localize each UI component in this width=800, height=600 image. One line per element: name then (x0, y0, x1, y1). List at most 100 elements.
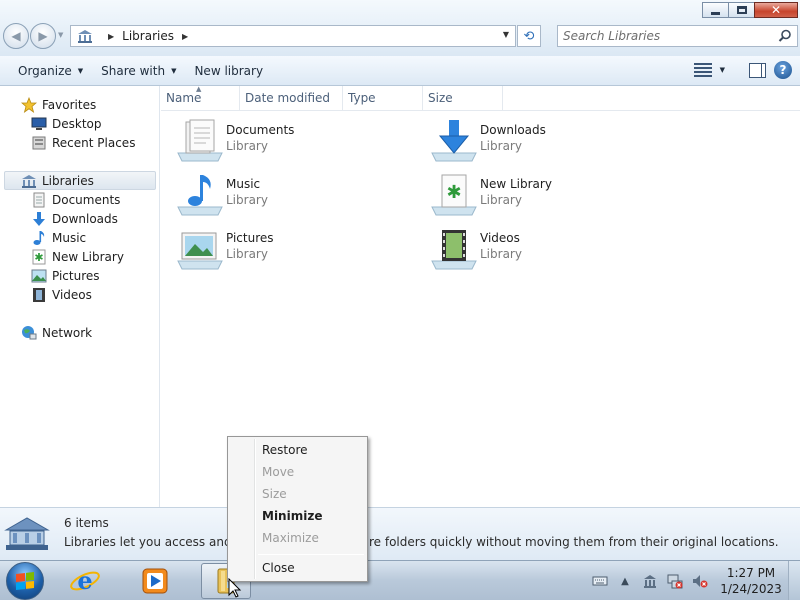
details-pane: 6 items Libraries let you access and arr… (0, 507, 800, 560)
library-tile-videos[interactable]: Videos Library (415, 224, 665, 274)
show-desktop-button[interactable] (788, 561, 800, 600)
search-icon[interactable] (778, 29, 792, 43)
tile-name: New Library (480, 177, 552, 191)
library-tile-downloads[interactable]: Downloads Library (415, 116, 665, 166)
sidebar-item-favorites[interactable]: Favorites (21, 95, 96, 114)
keyboard-icon[interactable] (592, 573, 608, 589)
item-count: 6 items (64, 516, 109, 530)
libraries-icon (78, 30, 92, 43)
refresh-icon: ⟲ (523, 28, 535, 44)
sort-ascending-icon: ▲ (196, 85, 202, 93)
menu-item-restore[interactable]: Restore (262, 440, 308, 460)
details-description-tail: re folders quickly without moving them f… (369, 535, 779, 549)
download-arrow-icon (31, 211, 47, 227)
address-bar[interactable]: ▶ Libraries ▶ ▼ (70, 25, 516, 47)
taskbar-app-media-player[interactable] (130, 563, 180, 599)
column-header-name[interactable]: ▲ Name (161, 85, 240, 110)
organize-menu[interactable]: Organize ▼ (0, 56, 92, 86)
star-icon (21, 96, 37, 113)
svg-text:✱: ✱ (446, 182, 461, 203)
help-icon[interactable]: ? (774, 61, 792, 79)
library-tile-new-library[interactable]: ✱ New Library Library (415, 170, 665, 220)
forward-arrow-icon: ▶ (38, 29, 48, 43)
breadcrumb-separator-icon[interactable]: ▶ (108, 32, 114, 41)
notification-area: ▲ 1:27 PM 1/24/2023 (583, 561, 800, 600)
taskbar: e ▲ 1:27 PM 1/24/2023 (0, 560, 800, 600)
window-titlebar: ✕ ◀ ▶ ▼ ▶ Libraries ▶ ▼ ⟲ (0, 0, 800, 56)
sidebar-item-label: Music (52, 230, 87, 245)
library-tile-pictures[interactable]: Pictures Library (161, 224, 411, 274)
media-player-icon (142, 568, 168, 594)
windows-logo-icon (16, 572, 34, 590)
music-library-icon (177, 175, 223, 216)
tile-name: Music (226, 177, 261, 191)
downloads-library-icon (431, 120, 477, 162)
sidebar-item-label: New Library (52, 249, 124, 264)
restore-button[interactable] (728, 2, 755, 18)
start-button[interactable] (6, 562, 44, 600)
sidebar-item-new-library[interactable]: ✱ New Library (31, 247, 124, 266)
share-with-menu[interactable]: Share with ▼ (92, 56, 185, 86)
recent-pages-dropdown[interactable]: ▼ (58, 31, 63, 39)
navigation-pane: Favorites Desktop Recent Places Librarie… (0, 86, 160, 507)
system-clock[interactable]: 1:27 PM 1/24/2023 (714, 565, 788, 597)
sidebar-item-label: Recent Places (52, 135, 136, 150)
libraries-icon (4, 517, 50, 550)
sidebar-item-music[interactable]: Music (31, 228, 86, 247)
search-box[interactable] (557, 25, 798, 47)
network-icon (21, 325, 37, 341)
breadcrumb-libraries[interactable]: Libraries (122, 29, 174, 43)
sidebar-item-libraries[interactable]: Libraries (4, 171, 156, 190)
tile-subtitle: Library (480, 139, 522, 153)
address-history-dropdown-icon[interactable]: ▼ (503, 30, 509, 39)
tile-subtitle: Library (226, 247, 268, 261)
sidebar-item-downloads[interactable]: Downloads (31, 209, 118, 228)
pictures-library-icon (177, 232, 223, 270)
internet-explorer-icon: e (70, 566, 100, 595)
network-disconnected-icon[interactable] (667, 573, 683, 589)
volume-muted-icon[interactable] (692, 573, 708, 589)
column-header-type[interactable]: Type (343, 86, 423, 110)
preview-pane-icon[interactable] (749, 62, 766, 78)
change-view-icon[interactable] (693, 63, 712, 77)
close-icon: ✕ (770, 3, 782, 17)
window-context-menu: Restore Move Size Minimize Maximize Clos… (227, 436, 368, 582)
show-hidden-icons-icon[interactable]: ▲ (617, 573, 633, 589)
tile-name: Pictures (226, 231, 274, 245)
close-button[interactable]: ✕ (754, 2, 798, 18)
new-library-icon: ✱ (431, 174, 477, 216)
tile-name: Videos (480, 231, 520, 245)
libraries-icon (21, 173, 37, 189)
view-options-chevron-icon[interactable]: ▼ (720, 66, 725, 74)
minimize-button[interactable] (702, 2, 729, 18)
menu-item-size: Size (262, 487, 287, 501)
forward-button[interactable]: ▶ (30, 23, 56, 49)
music-note-icon (31, 230, 47, 246)
menu-item-close[interactable]: Close (262, 558, 295, 578)
search-input[interactable] (563, 29, 773, 43)
share-with-label: Share with (101, 63, 166, 78)
sidebar-item-label: Pictures (52, 268, 100, 283)
library-tile-music[interactable]: Music Library (161, 170, 411, 220)
back-button[interactable]: ◀ (3, 23, 29, 49)
sidebar-item-documents[interactable]: Documents (31, 190, 120, 209)
sidebar-item-recent-places[interactable]: Recent Places (31, 133, 135, 152)
clock-time: 1:27 PM (726, 566, 776, 580)
sidebar-item-pictures[interactable]: Pictures (31, 266, 100, 285)
column-headers: ▲ Name Date modified Type Size (161, 85, 800, 111)
sidebar-item-label: Libraries (42, 173, 94, 188)
sidebar-item-videos[interactable]: Videos (31, 285, 92, 304)
column-header-date-modified[interactable]: Date modified (240, 86, 343, 110)
tile-name: Downloads (480, 123, 546, 137)
new-library-button[interactable]: New library (185, 56, 272, 86)
taskbar-app-internet-explorer[interactable]: e (60, 563, 110, 599)
sidebar-item-network[interactable]: Network (21, 323, 92, 342)
sidebar-item-desktop[interactable]: Desktop (31, 114, 102, 133)
refresh-button[interactable]: ⟲ (517, 25, 541, 47)
command-bar: Organize ▼ Share with ▼ New library ▼ ? (0, 56, 800, 86)
library-tile-documents[interactable]: Documents Library (161, 116, 411, 166)
menu-item-minimize[interactable]: Minimize (262, 506, 322, 526)
action-center-icon[interactable] (642, 573, 658, 589)
column-header-size[interactable]: Size (423, 86, 503, 110)
breadcrumb-chevron-icon[interactable]: ▶ (182, 32, 188, 41)
